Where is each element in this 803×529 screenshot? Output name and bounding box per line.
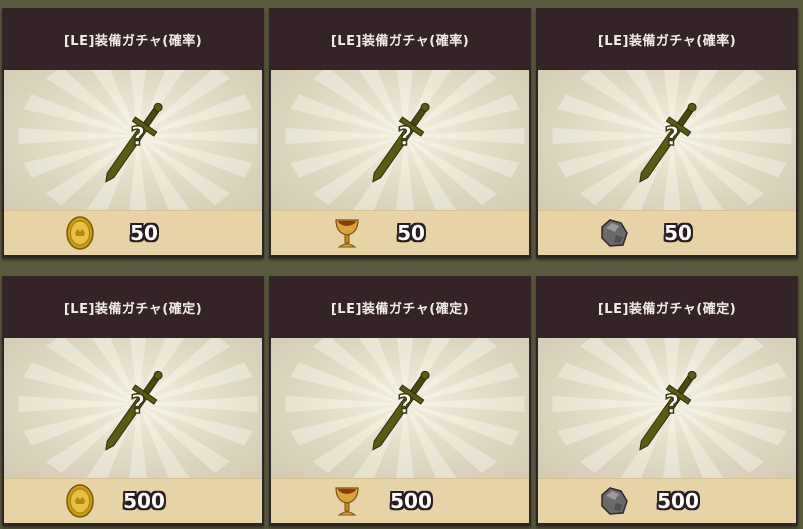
price-bar: 50 <box>538 210 796 255</box>
question-mark: ? <box>397 122 412 152</box>
gacha-card[interactable]: [LE]装備ガチャ(確率) ? 50 <box>2 8 264 258</box>
price-bar: 500 <box>4 478 262 523</box>
card-art: ? <box>538 338 796 478</box>
card-art: ? <box>538 70 796 210</box>
gacha-card[interactable]: [LE]装備ガチャ(確定) ? 500 <box>2 276 264 526</box>
price-bar: 500 <box>538 478 796 523</box>
price-value: 50 <box>664 221 692 245</box>
golden-chalice-icon <box>329 483 365 519</box>
mystery-sword-icon: ? <box>285 338 525 478</box>
question-mark: ? <box>664 122 679 152</box>
price-value: 50 <box>130 221 158 245</box>
question-mark: ? <box>130 122 145 152</box>
mystery-sword-icon: ? <box>552 338 792 478</box>
mystery-sword-icon: ? <box>285 70 525 210</box>
ore-stone-icon <box>596 215 632 251</box>
price-value: 50 <box>397 221 425 245</box>
gold-coin-icon <box>62 483 98 519</box>
price-value: 500 <box>657 489 699 513</box>
gacha-card[interactable]: [LE]装備ガチャ(確定) ? 500 <box>269 276 531 526</box>
card-title: [LE]装備ガチャ(確定) <box>2 276 264 338</box>
price-bar: 50 <box>4 210 262 255</box>
price-bar: 50 <box>271 210 529 255</box>
price-value: 500 <box>390 489 432 513</box>
golden-chalice-icon <box>329 215 365 251</box>
card-title: [LE]装備ガチャ(確率) <box>269 8 531 70</box>
gacha-card[interactable]: [LE]装備ガチャ(確率) ? 50 <box>269 8 531 258</box>
card-title: [LE]装備ガチャ(確定) <box>536 276 798 338</box>
mystery-sword-icon: ? <box>18 338 258 478</box>
question-mark: ? <box>397 390 412 420</box>
gacha-grid: [LE]装備ガチャ(確率) ? 50 [LE]装備ガチャ(確率) ? 50 [L… <box>0 8 803 529</box>
card-art: ? <box>4 70 262 210</box>
question-mark: ? <box>130 390 145 420</box>
card-title: [LE]装備ガチャ(確定) <box>269 276 531 338</box>
price-value: 500 <box>123 489 165 513</box>
card-art: ? <box>271 338 529 478</box>
card-title: [LE]装備ガチャ(確率) <box>2 8 264 70</box>
gacha-card[interactable]: [LE]装備ガチャ(確定) ? 500 <box>536 276 798 526</box>
gold-coin-icon <box>62 215 98 251</box>
card-art: ? <box>4 338 262 478</box>
card-art: ? <box>271 70 529 210</box>
gacha-card[interactable]: [LE]装備ガチャ(確率) ? 50 <box>536 8 798 258</box>
mystery-sword-icon: ? <box>552 70 792 210</box>
ore-stone-icon <box>596 483 632 519</box>
question-mark: ? <box>664 390 679 420</box>
mystery-sword-icon: ? <box>18 70 258 210</box>
card-title: [LE]装備ガチャ(確率) <box>536 8 798 70</box>
price-bar: 500 <box>271 478 529 523</box>
